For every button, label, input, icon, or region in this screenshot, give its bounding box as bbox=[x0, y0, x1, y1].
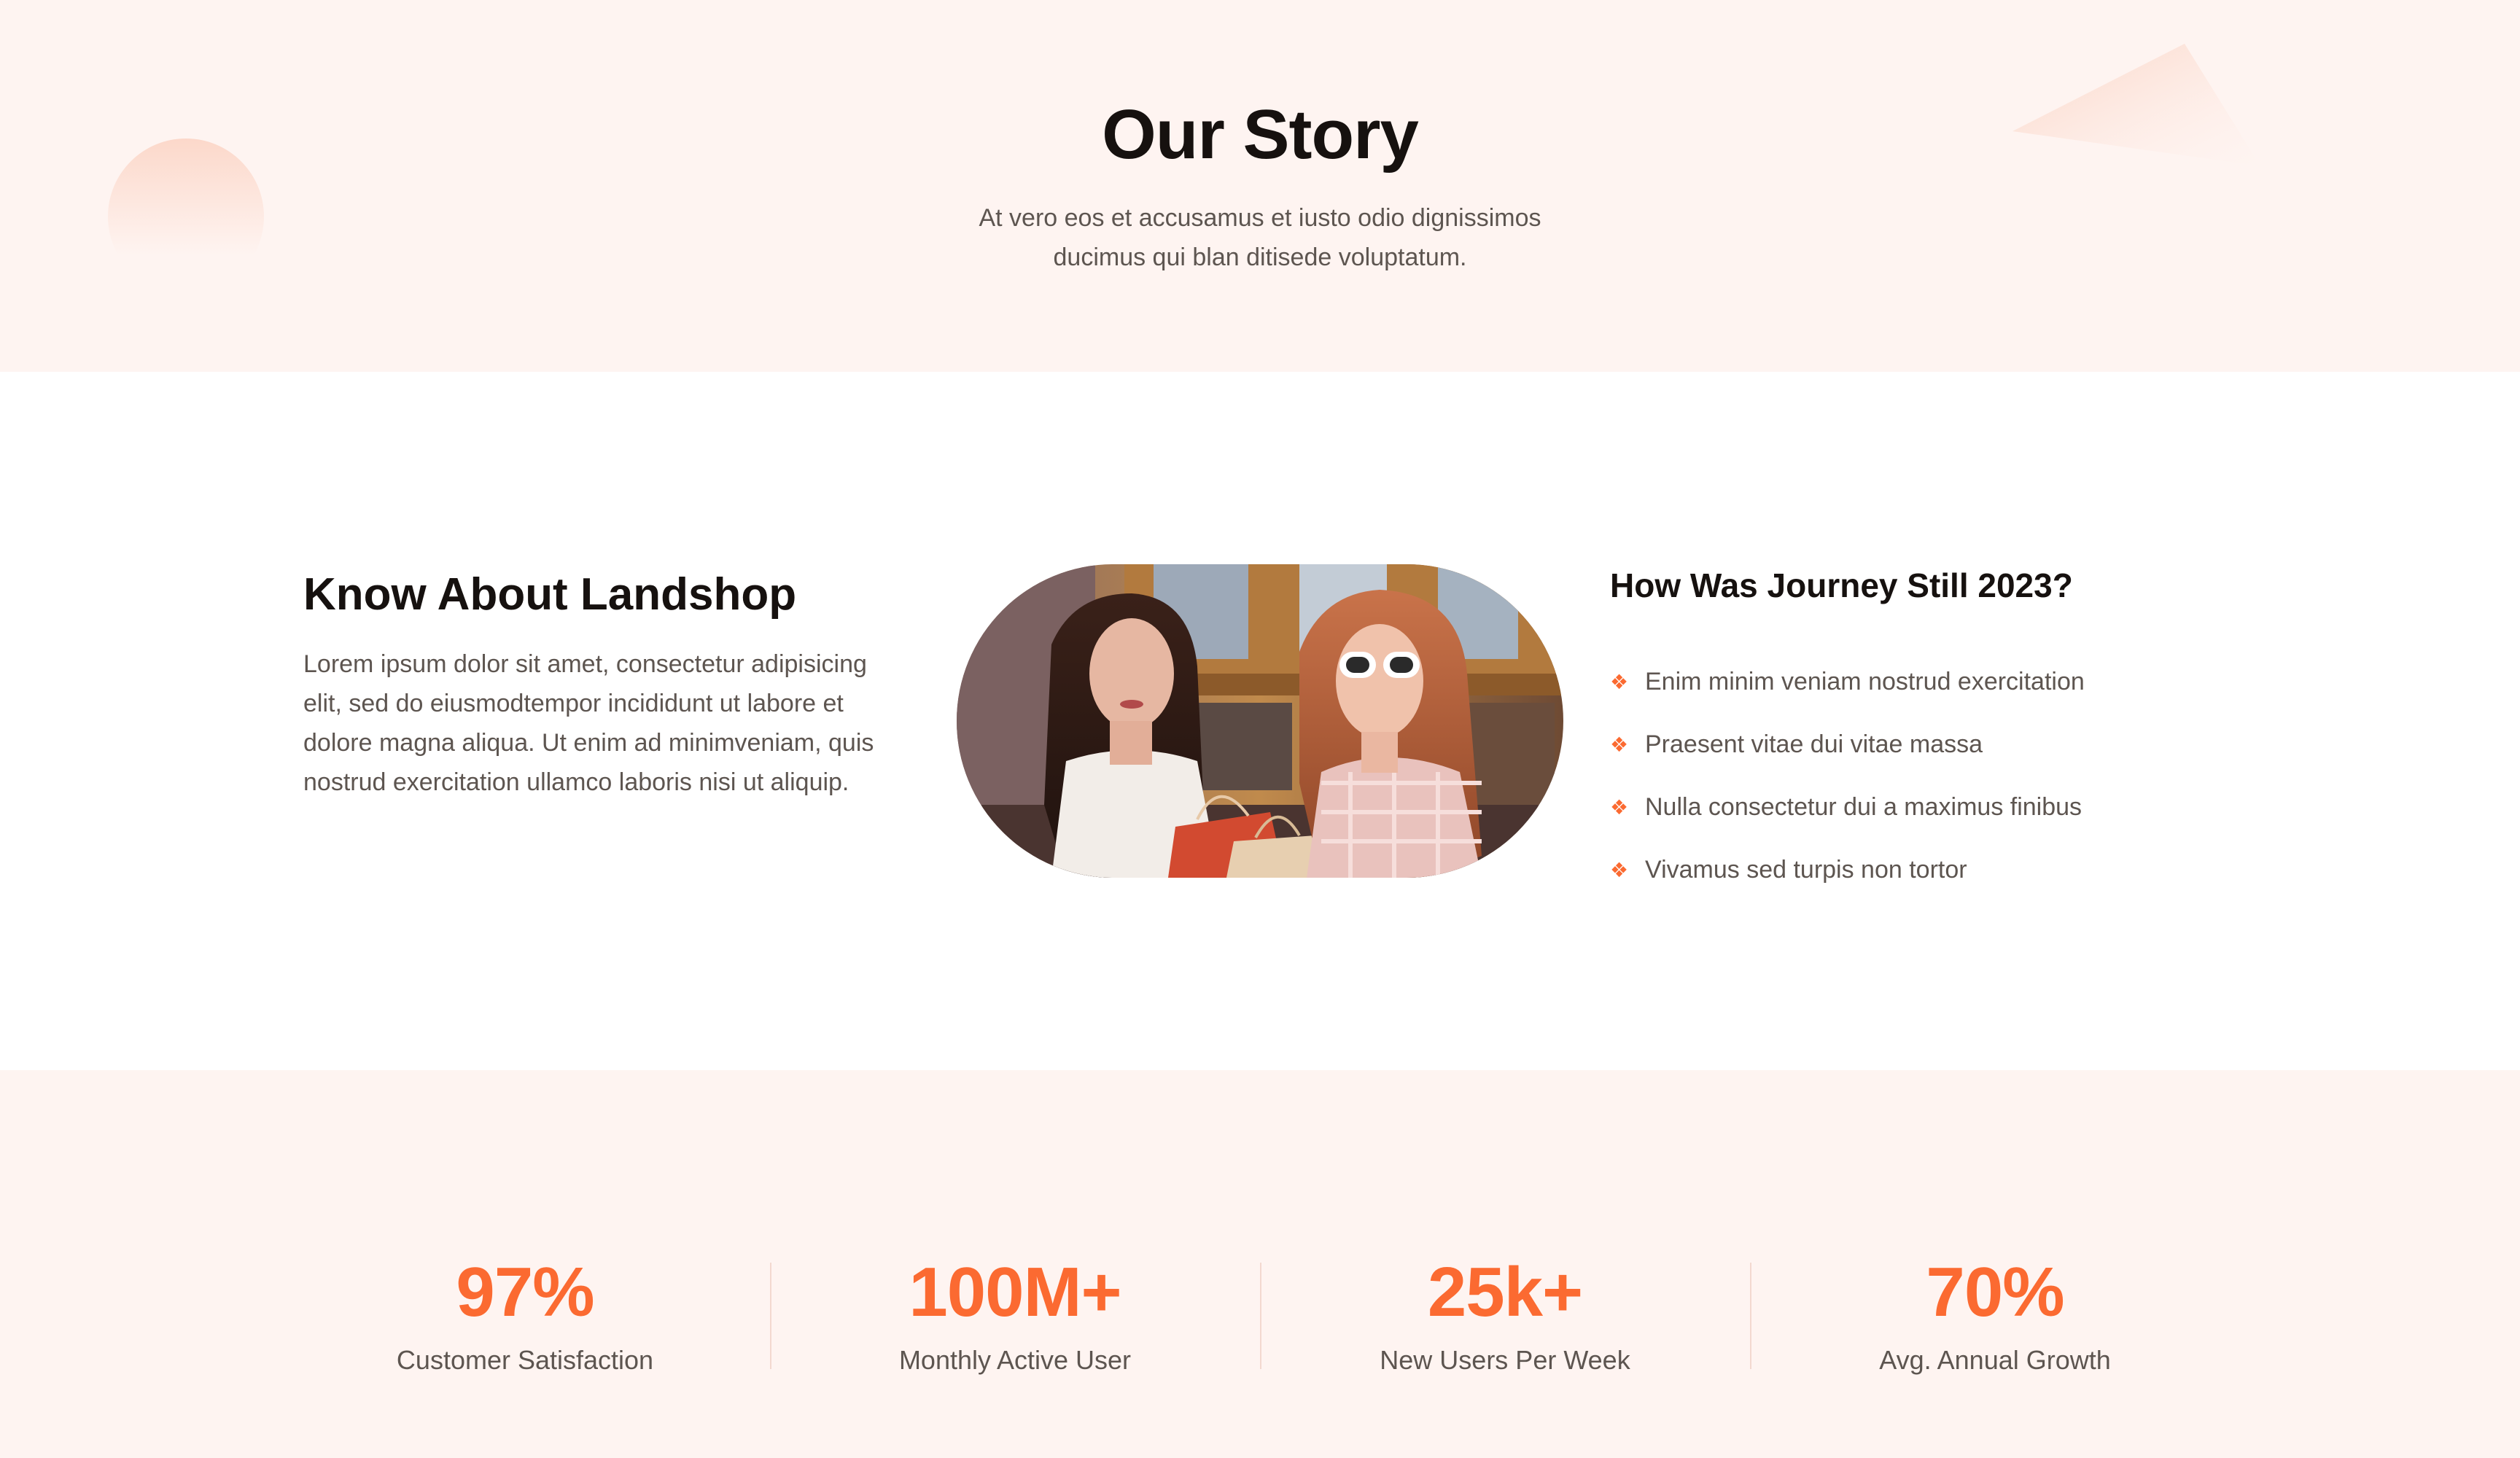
list-item-label: Nulla consectetur dui a maximus finibus bbox=[1645, 792, 2082, 821]
page-title: Our Story bbox=[1102, 95, 1419, 174]
stat-value: 25k+ bbox=[1427, 1253, 1583, 1331]
stat-value: 97% bbox=[456, 1253, 594, 1331]
journey-heading: How Was Journey Still 2023? bbox=[1610, 566, 2073, 604]
about-heading: Know About Landshop bbox=[303, 569, 797, 620]
list-item-label: Enim minim veniam nostrud exercitation bbox=[1645, 667, 2085, 695]
list-item: ❖ Vivamus sed turpis non tortor bbox=[1610, 838, 2085, 901]
stat-label: Monthly Active User bbox=[898, 1345, 1132, 1375]
shopping-women-photo bbox=[957, 564, 1563, 878]
stat-label: Avg. Annual Growth bbox=[1879, 1345, 2111, 1375]
diamond-bullet-icon: ❖ bbox=[1610, 669, 1629, 694]
journey-list: ❖ Enim minim veniam nostrud exercitation… bbox=[1610, 650, 2085, 901]
stat-value: 100M+ bbox=[909, 1253, 1121, 1331]
list-item: ❖ Nulla consectetur dui a maximus finibu… bbox=[1610, 776, 2085, 838]
hero-section: Our Story At vero eos et accusamus et iu… bbox=[0, 0, 2520, 372]
page-subtitle: At vero eos et accusamus et iusto odio d… bbox=[979, 204, 1541, 271]
stat-label: Customer Satisfaction bbox=[396, 1345, 654, 1375]
stat-monthly-active-user: 100M+ Monthly Active User bbox=[770, 1252, 1260, 1378]
stat-avg-annual-growth: 70% Avg. Annual Growth bbox=[1750, 1252, 2240, 1378]
diamond-bullet-icon: ❖ bbox=[1610, 732, 1629, 757]
diamond-bullet-icon: ❖ bbox=[1610, 857, 1629, 882]
stat-label: New Users Per Week bbox=[1380, 1345, 1630, 1375]
stats-section: 97% Customer Satisfaction 100M+ Monthly … bbox=[0, 1070, 2520, 1458]
list-item: ❖ Enim minim veniam nostrud exercitation bbox=[1610, 650, 2085, 713]
diamond-bullet-icon: ❖ bbox=[1610, 795, 1629, 819]
stat-new-users-per-week: 25k+ New Users Per Week bbox=[1260, 1252, 1750, 1378]
about-paragraph: Lorem ipsum dolor sit amet, consectetur … bbox=[303, 650, 874, 796]
stat-value: 70% bbox=[1926, 1253, 2064, 1331]
list-item-label: Vivamus sed turpis non tortor bbox=[1645, 855, 1967, 884]
stat-customer-satisfaction: 97% Customer Satisfaction bbox=[280, 1252, 770, 1378]
list-item: ❖ Praesent vitae dui vitae massa bbox=[1610, 713, 2085, 776]
list-item-label: Praesent vitae dui vitae massa bbox=[1645, 730, 1983, 758]
